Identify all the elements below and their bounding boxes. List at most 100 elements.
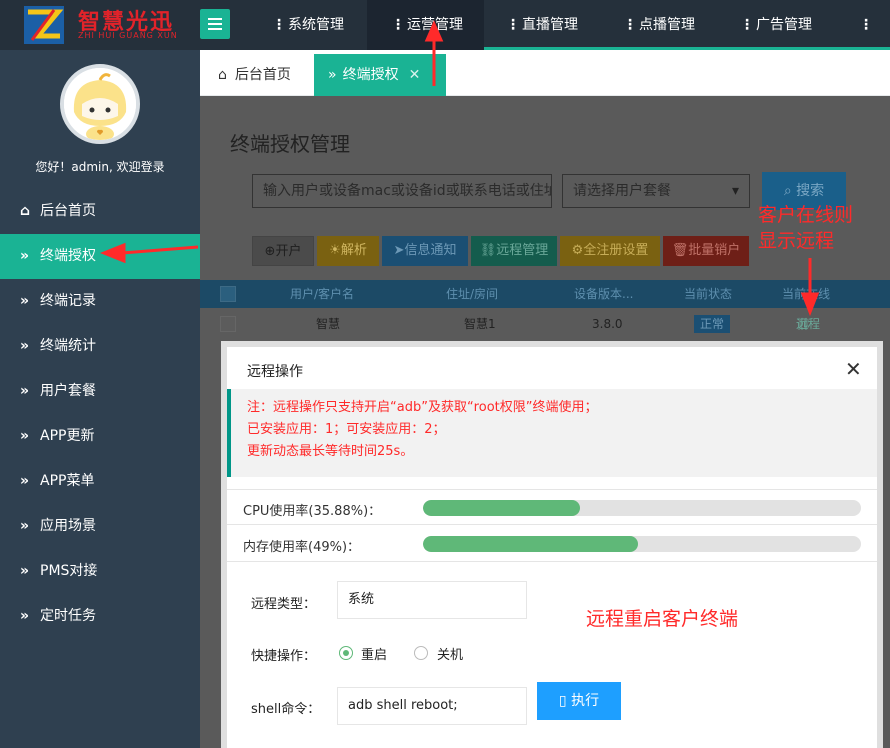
parse-button[interactable]: ☀解析 bbox=[317, 236, 379, 266]
memory-usage-row: 内存使用率(49%)： bbox=[227, 526, 877, 562]
cpu-usage-row: CPU使用率(35.88%)： bbox=[227, 489, 877, 525]
topnav-item-live[interactable]: ⋮ 直播管理 bbox=[500, 0, 610, 50]
memory-progress-fill bbox=[423, 536, 638, 552]
cell-user: 智慧 bbox=[316, 317, 341, 331]
remote-manage-button[interactable]: ⛓远程管理 bbox=[471, 236, 557, 266]
topnav-item-system[interactable]: ⋮ 系统管理 bbox=[266, 0, 366, 50]
remote-type-label: 远程类型： bbox=[251, 597, 317, 612]
tab-home[interactable]: ⌂ 后台首页 bbox=[204, 54, 305, 96]
top-bar: 智慧光迅 ZHI HUI GUANG XUN ⋮ 系统管理 ⋮ 运营管理 ⋮ 直播管理… bbox=[0, 0, 890, 50]
double-chevron-icon: » bbox=[20, 563, 30, 579]
menu-toggle-button[interactable] bbox=[200, 9, 230, 39]
register-settings-button[interactable]: ⚙全注册设置 bbox=[560, 236, 660, 266]
double-chevron-icon: » bbox=[20, 383, 30, 399]
remote-operation-dialog: 远程操作 ✕ 注：远程操作只支持开启“adb”及获取“root权限”终端使用； … bbox=[221, 341, 883, 748]
row-checkbox[interactable] bbox=[220, 316, 236, 332]
double-chevron-icon: » bbox=[328, 67, 337, 83]
sidebar-item-pms[interactable]: » PMS对接 bbox=[0, 549, 200, 594]
sidebar-item-terminal-stats[interactable]: » 终端统计 bbox=[0, 324, 200, 369]
double-chevron-icon: » bbox=[20, 608, 30, 624]
tab-bar: ⌂ 后台首页 » 终端授权 ✕ bbox=[200, 50, 890, 96]
remote-badge-button[interactable]: ⛓ 远程 bbox=[784, 315, 820, 333]
sidebar: 您好！admin, 欢迎登录 ⌂ 后台首页 » 终端授权 » 终端记录 » 终端统计 »… bbox=[0, 50, 200, 748]
double-chevron-icon: » bbox=[20, 248, 30, 264]
dialog-body: 远程操作 ✕ 注：远程操作只支持开启“adb”及获取“root权限”终端使用； … bbox=[227, 347, 877, 748]
send-icon: ➤ bbox=[393, 243, 405, 258]
batch-cancel-button[interactable]: 🗑批量销户 bbox=[663, 236, 749, 266]
tab-terminal-auth[interactable]: » 终端授权 ✕ bbox=[314, 54, 446, 96]
memory-progress-bar bbox=[423, 536, 861, 552]
sidebar-item-app-menu[interactable]: » APP菜单 bbox=[0, 459, 200, 504]
topnav-more[interactable]: ⋮ bbox=[853, 0, 890, 50]
notify-button[interactable]: ➤信息通知 bbox=[382, 236, 468, 266]
search-input[interactable]: 输入用户或设备mac或设备id或联系电话或住址 bbox=[252, 174, 552, 208]
select-all-checkbox[interactable] bbox=[220, 286, 236, 302]
home-icon: ⌂ bbox=[20, 203, 31, 219]
sidebar-item-user-package[interactable]: » 用户套餐 bbox=[0, 369, 200, 414]
column-header-online[interactable]: 当前在线 bbox=[782, 280, 830, 308]
sidebar-item-terminal-auth[interactable]: » 终端授权 bbox=[0, 234, 200, 279]
execute-button[interactable]: ▯ 执行 bbox=[537, 682, 621, 720]
plus-circle-icon: ⊕ bbox=[264, 244, 276, 259]
double-chevron-icon: » bbox=[20, 518, 30, 534]
status-badge: 正常 bbox=[688, 315, 731, 333]
brand-subtitle: ZHI HUI GUANG XUN bbox=[78, 31, 178, 40]
page-title: 终端授权管理 bbox=[230, 132, 350, 156]
column-header-user[interactable]: 用户/客户名 bbox=[290, 280, 354, 308]
avatar bbox=[60, 64, 140, 144]
notice-line: 更新动态最长等待时间25s。 bbox=[247, 444, 414, 459]
double-chevron-icon: » bbox=[20, 293, 30, 309]
table-header: 用户/客户名 住址/房间 设备版本... 当前状态 当前在线 bbox=[200, 280, 890, 308]
sidebar-item-terminal-records[interactable]: » 终端记录 bbox=[0, 279, 200, 324]
sidebar-item-app-update[interactable]: » APP更新 bbox=[0, 414, 200, 459]
cpu-progress-fill bbox=[423, 500, 581, 516]
column-header-address[interactable]: 住址/房间 bbox=[446, 280, 498, 308]
welcome-text: 您好！admin, 欢迎登录 bbox=[35, 160, 165, 174]
vertical-dots-icon: ⋮ bbox=[623, 17, 637, 33]
close-tab-icon[interactable]: ✕ bbox=[409, 67, 421, 83]
radio-shutdown[interactable] bbox=[414, 646, 428, 660]
avatar-face-icon bbox=[64, 68, 136, 140]
shell-command-label: shell命令： bbox=[251, 702, 321, 717]
gear-icon: ⚙ bbox=[571, 243, 584, 258]
table-row: 智慧 智慧1 3.8.0 正常 ⛓ 远程 bbox=[200, 309, 890, 339]
vertical-dots-icon: ⋮ bbox=[859, 17, 873, 33]
memory-usage-label: 内存使用率(49%)： bbox=[243, 540, 361, 555]
logo-icon bbox=[24, 6, 64, 44]
notice-line: 注：远程操作只支持开启“adb”及获取“root权限”终端使用； bbox=[247, 400, 598, 415]
sidebar-item-home[interactable]: ⌂ 后台首页 bbox=[0, 189, 200, 234]
double-chevron-icon: » bbox=[20, 338, 30, 354]
open-account-button[interactable]: ⊕开户 bbox=[252, 236, 314, 266]
double-chevron-icon: » bbox=[20, 428, 30, 444]
topnav-item-vod[interactable]: ⋮ 点播管理 bbox=[617, 0, 727, 50]
sun-icon: ☀ bbox=[329, 243, 341, 258]
cell-version: 3.8.0 bbox=[592, 317, 623, 331]
column-header-status[interactable]: 当前状态 bbox=[684, 280, 732, 308]
annotation-remote-online: 客户在线则 显示远程 bbox=[758, 204, 854, 252]
sidebar-item-scheduled-tasks[interactable]: » 定时任务 bbox=[0, 594, 200, 639]
topnav-item-ads[interactable]: ⋮ 广告管理 bbox=[734, 0, 844, 50]
cpu-usage-label: CPU使用率(35.88%)： bbox=[243, 504, 382, 519]
shell-command-input[interactable]: adb shell reboot; bbox=[337, 687, 527, 725]
vertical-dots-icon: ⋮ bbox=[272, 17, 286, 33]
home-icon: ⌂ bbox=[218, 67, 227, 83]
remote-type-select[interactable]: 系统 bbox=[337, 581, 527, 619]
annotation-remote-reboot: 远程重启客户终端 bbox=[586, 608, 739, 630]
dialog-title: 远程操作 bbox=[247, 364, 303, 380]
caret-down-icon: ▾ bbox=[731, 183, 739, 199]
double-chevron-icon: » bbox=[20, 473, 30, 489]
sidebar-item-scenes[interactable]: » 应用场景 bbox=[0, 504, 200, 549]
phone-icon: ▯ bbox=[558, 693, 572, 709]
search-icon: ⌕ bbox=[783, 183, 797, 199]
radio-reboot[interactable] bbox=[339, 646, 353, 660]
radio-shutdown-label[interactable]: 关机 bbox=[437, 644, 463, 663]
close-icon[interactable]: ✕ bbox=[845, 357, 862, 381]
link-icon: ⛓ bbox=[479, 243, 497, 258]
package-select[interactable]: 请选择用户套餐 ▾ bbox=[562, 174, 750, 208]
trash-icon: 🗑 bbox=[671, 243, 689, 258]
radio-reboot-label[interactable]: 重启 bbox=[361, 644, 387, 663]
notice-line: 已安装应用：1；可安装应用：2； bbox=[247, 422, 446, 437]
column-header-version[interactable]: 设备版本... bbox=[574, 280, 633, 308]
topnav-item-operations[interactable]: ⋮ 运营管理 bbox=[367, 0, 484, 50]
vertical-dots-icon: ⋮ bbox=[740, 17, 754, 33]
